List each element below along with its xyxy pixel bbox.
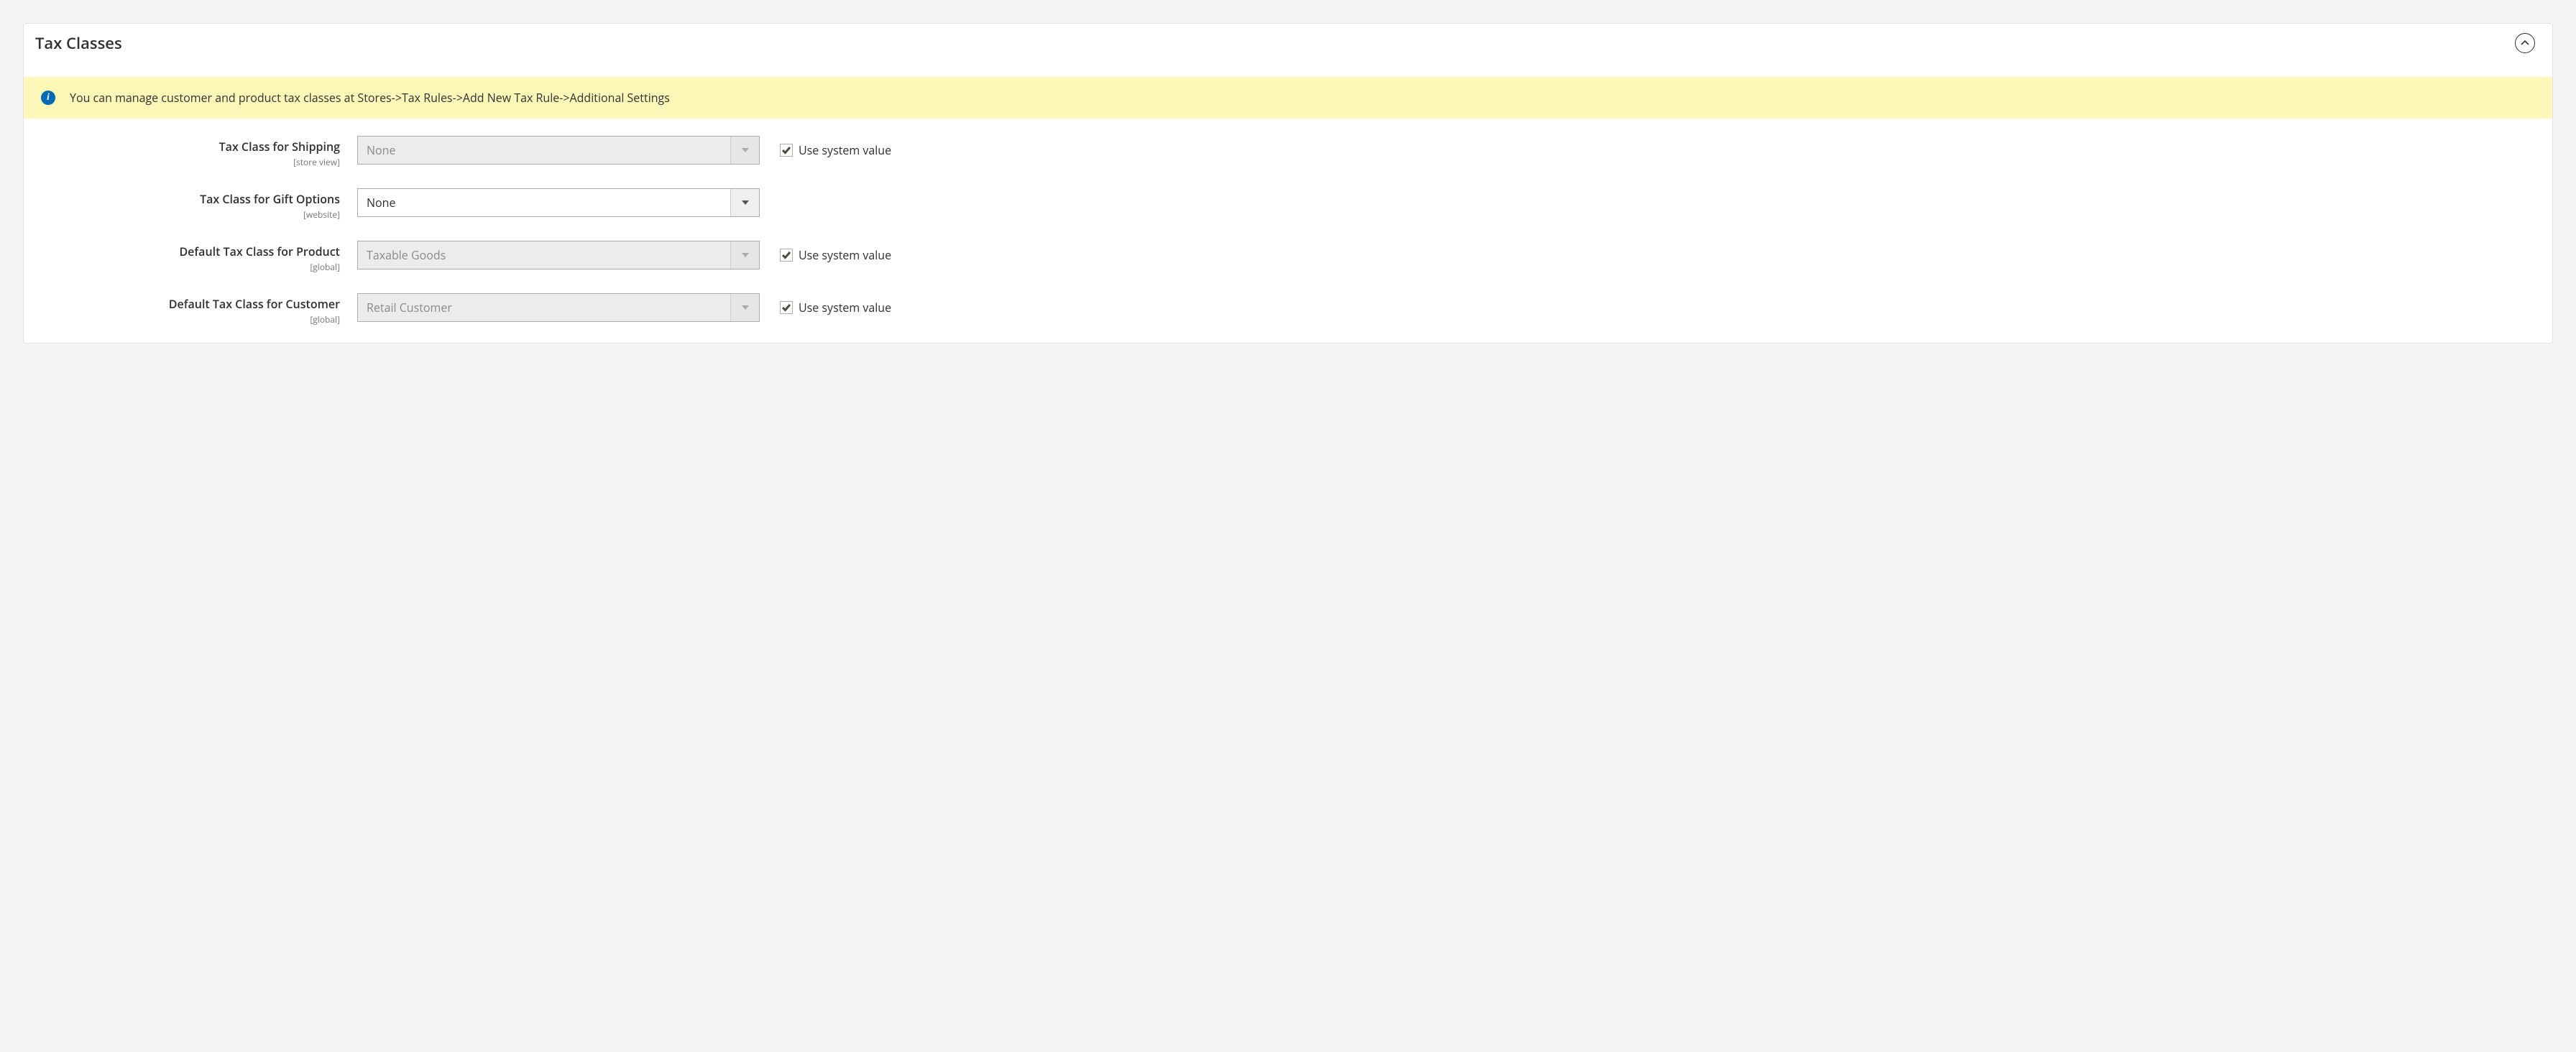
control-col: None <box>357 136 760 165</box>
label-col: Default Tax Class for Customer [global] <box>41 293 357 326</box>
checkbox-label: Use system value <box>799 142 891 158</box>
chevron-down-icon <box>742 304 749 311</box>
control-col: Taxable Goods <box>357 241 760 269</box>
check-icon <box>782 303 791 312</box>
row-default-tax-product: Default Tax Class for Product [global] T… <box>41 241 2535 273</box>
select-tax-class-shipping: None <box>357 136 760 165</box>
chevron-down-icon <box>742 199 749 206</box>
form-rows: Tax Class for Shipping [store view] None… <box>24 136 2552 326</box>
label-col: Default Tax Class for Product [global] <box>41 241 357 273</box>
aux-col: Use system value <box>760 136 891 165</box>
row-tax-class-shipping: Tax Class for Shipping [store view] None… <box>41 136 2535 168</box>
row-default-tax-customer: Default Tax Class for Customer [global] … <box>41 293 2535 326</box>
aux-col: Use system value <box>760 241 891 269</box>
checkbox-box <box>780 301 793 314</box>
check-icon <box>782 146 791 154</box>
select-default-tax-product: Taxable Goods <box>357 241 760 269</box>
dropdown-arrow <box>730 241 759 269</box>
dropdown-arrow[interactable] <box>730 189 759 216</box>
info-notice: i You can manage customer and product ta… <box>24 77 2552 119</box>
chevron-down-icon <box>742 147 749 154</box>
select-default-tax-customer: Retail Customer <box>357 293 760 322</box>
field-label: Tax Class for Gift Options <box>41 191 340 207</box>
checkbox-box <box>780 144 793 157</box>
checkbox-label: Use system value <box>799 300 891 315</box>
checkbox-box <box>780 249 793 262</box>
notice-text: You can manage customer and product tax … <box>70 90 670 106</box>
select-tax-class-gift[interactable]: None <box>357 188 760 217</box>
dropdown-arrow <box>730 137 759 164</box>
control-col: Retail Customer <box>357 293 760 322</box>
tax-classes-panel: Tax Classes i You can manage customer an… <box>23 23 2553 343</box>
dropdown-arrow <box>730 294 759 321</box>
chevron-down-icon <box>742 252 749 259</box>
use-system-checkbox-customer[interactable]: Use system value <box>780 300 891 315</box>
chevron-up-icon <box>2521 39 2529 47</box>
collapse-button[interactable] <box>2515 33 2535 53</box>
info-icon: i <box>41 91 55 105</box>
checkbox-label: Use system value <box>799 247 891 263</box>
scope-label: [store view] <box>41 156 340 168</box>
row-tax-class-gift: Tax Class for Gift Options [website] Non… <box>41 188 2535 221</box>
aux-col <box>760 188 780 217</box>
scope-label: [global] <box>41 261 340 273</box>
use-system-checkbox-shipping[interactable]: Use system value <box>780 142 891 158</box>
aux-col: Use system value <box>760 293 891 322</box>
scope-label: [website] <box>41 208 340 221</box>
select-value: Taxable Goods <box>358 241 730 269</box>
scope-label: [global] <box>41 313 340 326</box>
control-col: None <box>357 188 760 217</box>
select-value: None <box>358 137 730 164</box>
use-system-checkbox-product[interactable]: Use system value <box>780 247 891 263</box>
label-col: Tax Class for Gift Options [website] <box>41 188 357 221</box>
select-value: None <box>358 189 730 216</box>
field-label: Default Tax Class for Product <box>41 244 340 259</box>
select-value: Retail Customer <box>358 294 730 321</box>
check-icon <box>782 251 791 259</box>
field-label: Default Tax Class for Customer <box>41 296 340 312</box>
panel-title: Tax Classes <box>35 32 122 54</box>
field-label: Tax Class for Shipping <box>41 139 340 154</box>
label-col: Tax Class for Shipping [store view] <box>41 136 357 168</box>
panel-header: Tax Classes <box>24 24 2552 57</box>
